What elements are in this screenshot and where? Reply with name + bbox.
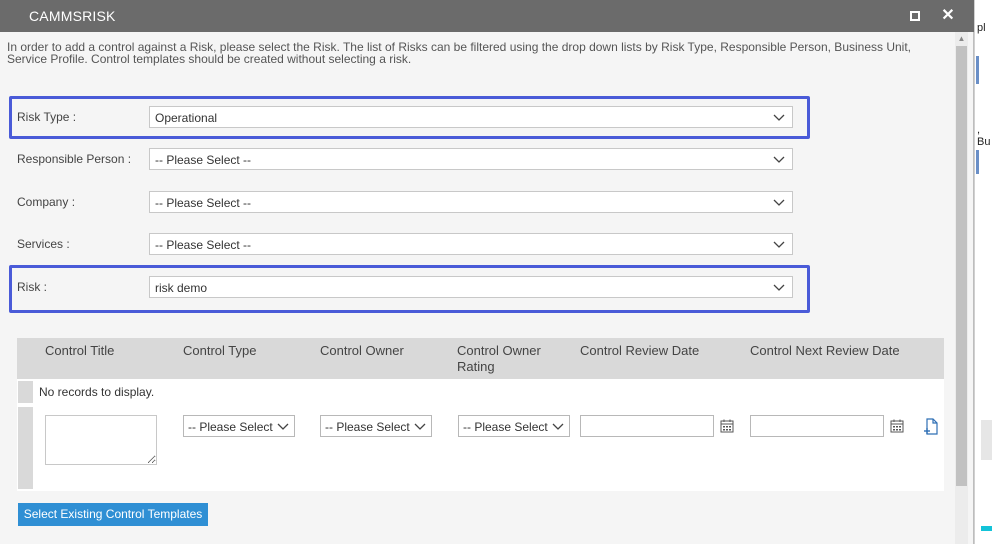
risk-type-select[interactable]: Operational (149, 106, 793, 128)
calendar-icon[interactable] (720, 419, 734, 433)
services-label: Services : (17, 237, 70, 251)
calendar-icon[interactable] (890, 419, 904, 433)
vertical-scrollbar[interactable]: ▲ (955, 32, 968, 544)
add-control-dialog: CAMMSRISK ✕ In order to add a control ag… (0, 0, 974, 544)
responsible-person-value: -- Please Select -- (155, 153, 252, 167)
company-select[interactable]: -- Please Select -- (149, 191, 793, 213)
controls-grid-body: No records to display. -- Please Select … (17, 379, 944, 491)
control-owner-value: -- Please Select (325, 420, 410, 434)
column-header-control-type[interactable]: Control Type (183, 343, 256, 359)
dialog-titlebar: CAMMSRISK ✕ (0, 0, 974, 32)
column-header-owner-rating[interactable]: Control Owner Rating (457, 343, 567, 375)
owner-rating-select[interactable]: -- Please Select (458, 415, 570, 437)
scrollbar-thumb[interactable] (956, 46, 967, 486)
chevron-down-icon (773, 284, 785, 291)
responsible-person-label: Responsible Person : (17, 152, 132, 166)
background-block (981, 420, 992, 460)
risk-type-label: Risk Type : (17, 110, 77, 124)
select-existing-templates-button[interactable]: Select Existing Control Templates (18, 503, 208, 526)
background-accent (981, 526, 992, 531)
close-icon[interactable]: ✕ (940, 7, 956, 25)
control-type-value: -- Please Select (188, 420, 273, 434)
column-header-control-owner[interactable]: Control Owner (320, 343, 404, 359)
services-select[interactable]: -- Please Select -- (149, 233, 793, 255)
background-text: pl (977, 22, 986, 34)
row-gutter (18, 381, 33, 403)
risk-type-value: Operational (155, 111, 218, 125)
chevron-down-icon (552, 423, 564, 430)
chevron-down-icon (773, 199, 785, 206)
control-owner-select[interactable]: -- Please Select (320, 415, 432, 437)
controls-grid-header: Control Title Control Type Control Owner… (17, 338, 944, 379)
responsible-person-select[interactable]: -- Please Select -- (149, 148, 793, 170)
review-date-input[interactable] (580, 415, 714, 437)
row-gutter (18, 407, 33, 489)
no-records-text: No records to display. (39, 385, 155, 399)
risk-select[interactable]: risk demo (149, 276, 793, 298)
dialog-title: CAMMSRISK (29, 8, 116, 24)
chevron-down-icon (414, 423, 426, 430)
risk-label: Risk : (17, 280, 47, 294)
background-bar (976, 56, 979, 84)
owner-rating-value: -- Please Select (463, 420, 548, 434)
control-title-input[interactable] (45, 415, 157, 465)
chevron-down-icon (773, 241, 785, 248)
background-text: , Bu (977, 124, 991, 148)
chevron-down-icon (773, 114, 785, 121)
column-header-next-review-date[interactable]: Control Next Review Date (750, 343, 900, 359)
add-document-icon[interactable] (923, 418, 939, 436)
chevron-down-icon (773, 156, 785, 163)
intro-text: In order to add a control against a Risk… (7, 40, 912, 66)
column-header-control-title[interactable]: Control Title (45, 343, 114, 359)
next-review-date-input[interactable] (750, 415, 884, 437)
column-header-review-date[interactable]: Control Review Date (580, 343, 699, 359)
company-value: -- Please Select -- (155, 196, 252, 210)
maximize-icon[interactable] (908, 9, 922, 23)
scroll-up-icon[interactable]: ▲ (955, 32, 968, 46)
chevron-down-icon (277, 423, 289, 430)
background-window: pl , Bu (974, 0, 992, 544)
control-type-select[interactable]: -- Please Select (183, 415, 295, 437)
risk-value: risk demo (155, 281, 208, 295)
services-value: -- Please Select -- (155, 238, 252, 252)
background-bar (976, 150, 979, 174)
company-label: Company : (17, 195, 76, 209)
